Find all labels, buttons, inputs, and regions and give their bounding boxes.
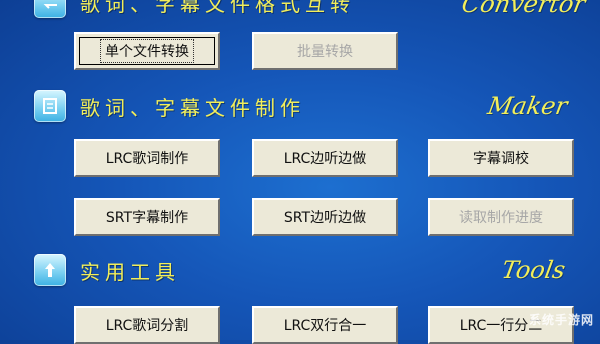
lrc-listen-edit-button[interactable]: LRC边听边做 [252,139,398,177]
maker-icon [34,90,66,122]
lrc-split-label: LRC歌词分割 [105,318,189,334]
section-title-maker: 歌词、字幕文件制作 [80,95,305,120]
single-file-convert-label: 单个文件转换 [100,39,194,63]
section-english-convertor: Convertor [459,0,588,18]
section-header-maker: 歌词、字幕文件制作 [34,90,305,122]
tools-icon [34,254,66,286]
srt-make-label: SRT字幕制作 [105,210,189,226]
srt-listen-edit-label: SRT边听边做 [283,210,367,226]
converter-icon [34,0,66,18]
single-file-convert-button[interactable]: 单个文件转换 [74,32,220,70]
lrc-dual-merge-button[interactable]: LRC双行合一 [252,306,398,344]
watermark: 系统手游网 [528,313,594,327]
batch-convert-button[interactable]: 批量转换 [252,32,398,70]
section-header-convertor: 歌词、字幕文件格式互转 [34,0,355,18]
read-progress-label: 读取制作进度 [459,210,543,226]
srt-listen-edit-button[interactable]: SRT边听边做 [252,198,398,236]
lrc-split-button[interactable]: LRC歌词分割 [74,306,220,344]
subtitle-adjust-label: 字幕调校 [473,151,529,167]
section-english-maker: Maker [485,92,570,120]
section-english-tools: Tools [499,256,568,284]
srt-make-button[interactable]: SRT字幕制作 [74,198,220,236]
lrc-dual-merge-label: LRC双行合一 [283,318,367,334]
section-title-convertor: 歌词、字幕文件格式互转 [80,0,355,16]
section-header-tools: 实用工具 [34,254,180,286]
subtitle-adjust-button[interactable]: 字幕调校 [428,139,574,177]
section-title-tools: 实用工具 [80,259,180,284]
read-progress-button[interactable]: 读取制作进度 [428,198,574,236]
batch-convert-label: 批量转换 [297,44,353,60]
lrc-make-label: LRC歌词制作 [105,151,189,167]
lrc-listen-edit-label: LRC边听边做 [283,151,367,167]
lrc-make-button[interactable]: LRC歌词制作 [74,139,220,177]
